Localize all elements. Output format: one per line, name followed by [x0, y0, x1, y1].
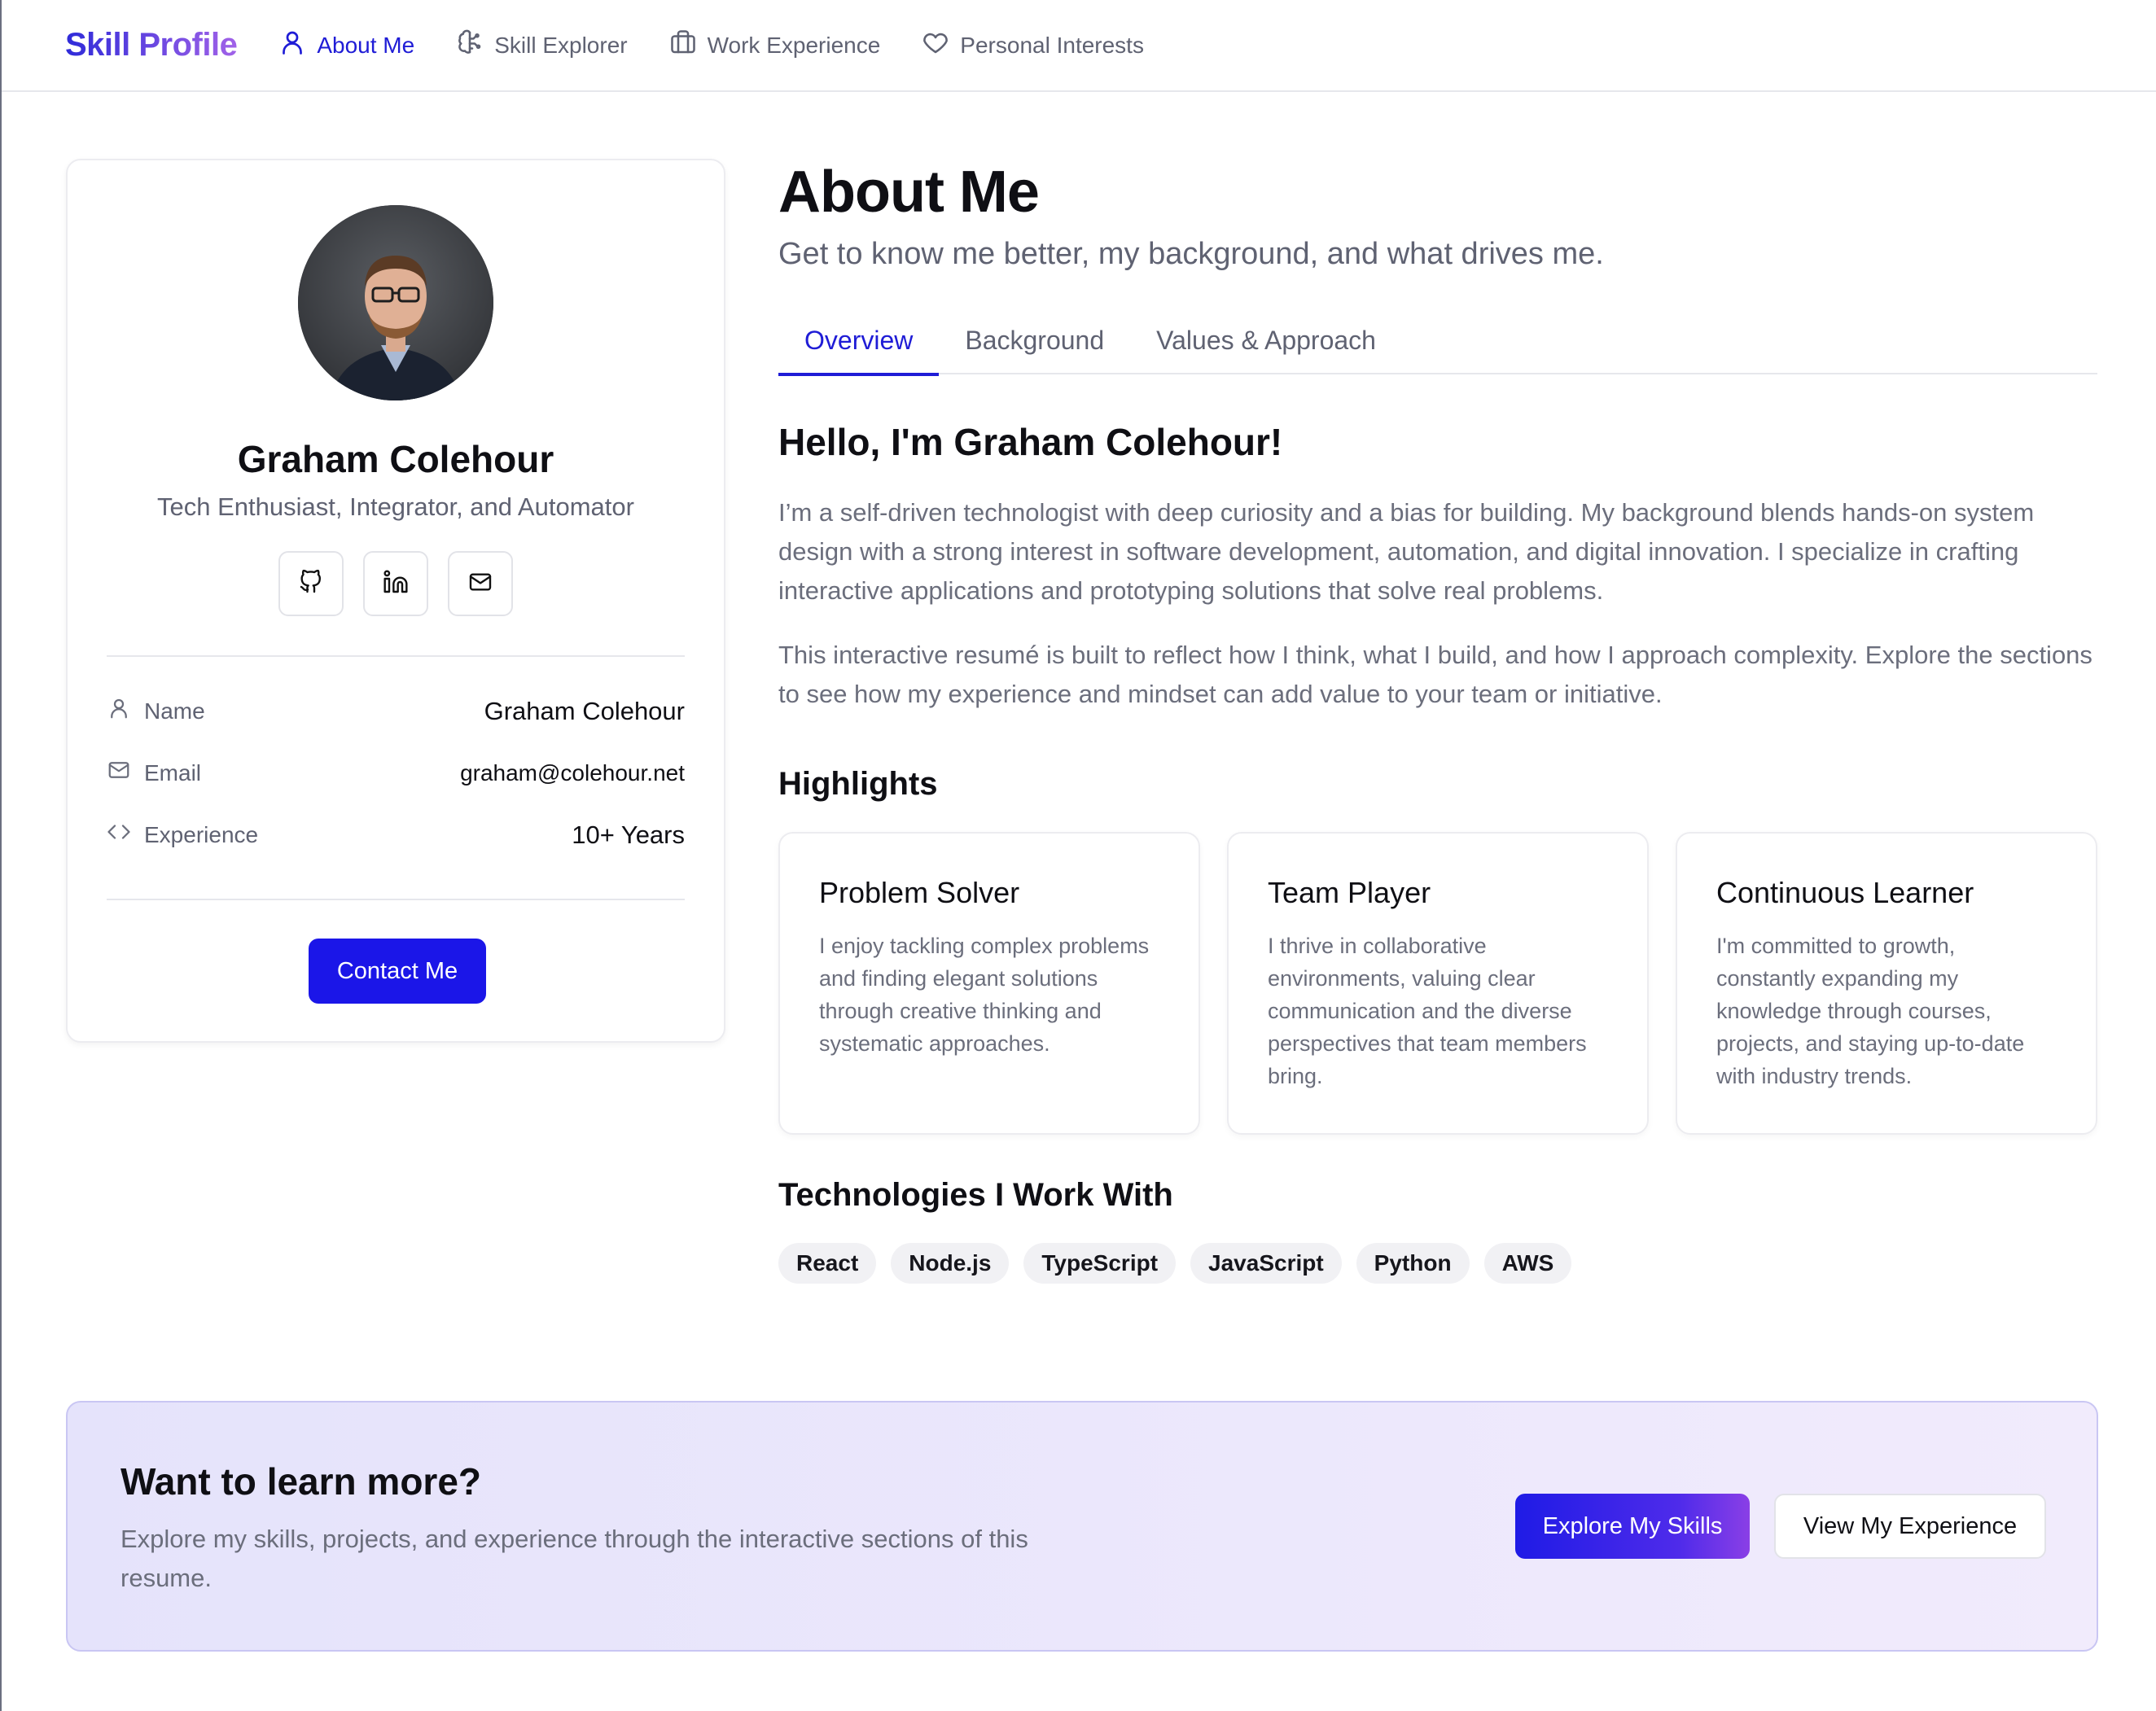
technologies-heading: Technologies I Work With [778, 1177, 1173, 1213]
linkedin-icon [383, 569, 409, 599]
highlight-card: Team Player I thrive in collaborative en… [1227, 832, 1649, 1135]
info-value: Graham Colehour [484, 696, 685, 725]
intro-paragraph: This interactive resumé is built to refl… [778, 641, 2092, 708]
highlight-title: Team Player [1268, 876, 1431, 909]
social-links [68, 551, 724, 616]
info-label: Name [144, 698, 205, 724]
github-button[interactable] [278, 551, 344, 616]
tech-tag: Python [1356, 1243, 1470, 1284]
heart-icon [921, 28, 950, 63]
top-nav: Skill Profile About Me Skill Explorer Wo… [2, 0, 2156, 92]
divider [107, 899, 685, 900]
highlight-card: Problem Solver I enjoy tackling complex … [778, 832, 1200, 1135]
page-title: About Me [778, 160, 1040, 225]
contact-me-button[interactable]: Contact Me [309, 939, 486, 1004]
github-icon [298, 569, 324, 599]
nav-item-label: Work Experience [707, 32, 881, 58]
tab-values-approach[interactable]: Values & Approach [1130, 317, 1402, 374]
code-icon [107, 820, 131, 850]
highlight-text: I enjoy tackling complex problems and fi… [819, 934, 1150, 1056]
nav-item-skill-explorer[interactable]: Skill Explorer [455, 28, 628, 63]
nav-item-label: Skill Explorer [494, 32, 628, 58]
cta-title: Want to learn more? [121, 1460, 481, 1503]
info-row-email: Email graham@colehour.net [107, 758, 685, 788]
nav-item-personal-interests[interactable]: Personal Interests [921, 28, 1144, 63]
cta-text: Explore my skills, projects, and experie… [121, 1525, 1028, 1592]
profile-card: Graham Colehour Tech Enthusiast, Integra… [66, 159, 725, 1043]
brand-logo[interactable]: Skill Profile [65, 27, 238, 63]
briefcase-icon [668, 28, 698, 63]
tab-background[interactable]: Background [939, 317, 1130, 374]
highlight-title: Continuous Learner [1716, 876, 1974, 909]
info-label: Email [144, 759, 202, 785]
cta-banner: Want to learn more? Explore my skills, p… [66, 1401, 2098, 1652]
tech-tag: JavaScript [1190, 1243, 1342, 1284]
info-label: Experience [144, 821, 259, 847]
tab-overview[interactable]: Overview [778, 317, 940, 376]
user-icon [107, 696, 131, 726]
info-value[interactable]: graham@colehour.net [460, 760, 685, 786]
nav-item-label: Personal Interests [960, 32, 1144, 58]
intro-paragraph: I’m a self-driven technologist with deep… [778, 498, 2035, 605]
page-subtitle: Get to know me better, my background, an… [778, 237, 1604, 271]
tech-tag: AWS [1483, 1243, 1572, 1284]
highlight-text: I'm committed to growth, constantly expa… [1716, 934, 2025, 1088]
highlight-card: Continuous Learner I'm committed to grow… [1676, 832, 2097, 1135]
mail-icon [107, 758, 131, 788]
highlights-list: Problem Solver I enjoy tackling complex … [778, 832, 2097, 1135]
profile-title: Tech Enthusiast, Integrator, and Automat… [157, 492, 634, 521]
intro-heading: Hello, I'm Graham Colehour! [778, 421, 1283, 463]
nav-item-label: About Me [317, 32, 415, 58]
tech-tag: React [778, 1243, 877, 1284]
tech-tag: TypeScript [1023, 1243, 1177, 1284]
brain-icon [455, 28, 484, 63]
linkedin-button[interactable] [363, 551, 428, 616]
explore-skills-button[interactable]: Explore My Skills [1515, 1494, 1750, 1559]
mail-icon [467, 569, 493, 599]
tech-tag: Node.js [891, 1243, 1010, 1284]
info-row-experience: Experience 10+ Years [107, 820, 685, 850]
highlights-heading: Highlights [778, 766, 938, 802]
nav-item-about-me[interactable]: About Me [278, 28, 414, 63]
info-value: 10+ Years [572, 820, 685, 849]
highlight-title: Problem Solver [819, 876, 1020, 909]
email-button[interactable] [448, 551, 513, 616]
technology-tags: React Node.js TypeScript JavaScript Pyth… [778, 1243, 2097, 1284]
view-experience-button[interactable]: View My Experience [1774, 1494, 2046, 1559]
nav-item-work-experience[interactable]: Work Experience [668, 28, 881, 63]
avatar [298, 205, 493, 400]
tab-bar: Overview Background Values & Approach [778, 317, 2097, 376]
info-row-name: Name Graham Colehour [107, 696, 685, 726]
divider [107, 655, 685, 657]
profile-name: Graham Colehour [237, 438, 554, 480]
highlight-text: I thrive in collaborative environments, … [1268, 934, 1587, 1088]
main-content: About Me Get to know me better, my backg… [778, 159, 2097, 1284]
user-icon [278, 28, 307, 63]
